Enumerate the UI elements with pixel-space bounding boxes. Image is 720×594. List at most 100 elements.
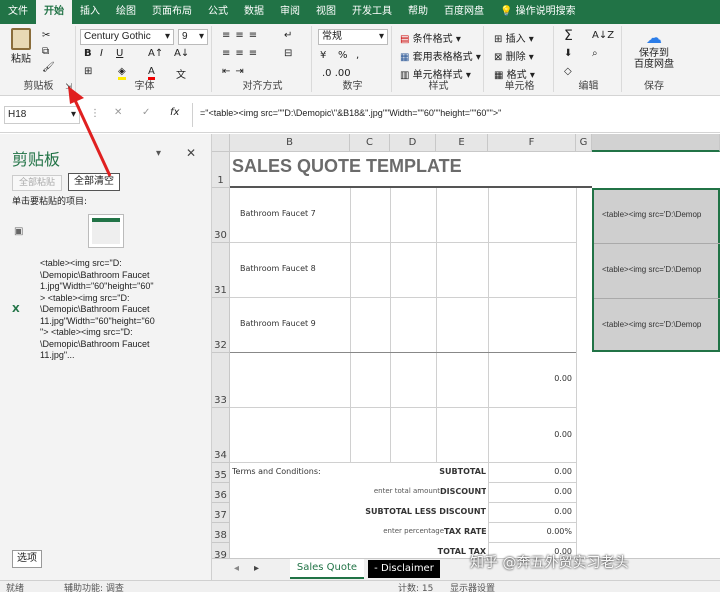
format-as-table-button[interactable]: ▦ 套用表格格式 ▾ [400, 48, 481, 63]
tab-developer[interactable]: 开发工具 [344, 0, 400, 24]
indent-buttons[interactable]: ⇤⇥ [222, 66, 249, 77]
tell-me-search[interactable]: 💡 操作说明搜索 [492, 0, 584, 24]
grow-font-button[interactable]: A↑ [148, 48, 163, 59]
format-painter-button[interactable]: 🖌 [42, 62, 55, 73]
pane-options-button[interactable]: ▾ [156, 148, 161, 159]
tab-formulas[interactable]: 公式 [200, 0, 236, 24]
fill-button[interactable]: ⬇ [564, 48, 572, 59]
formula-result-cell[interactable]: <table><img src='D:\Demop [602, 265, 701, 274]
clear-button[interactable]: ◇ [564, 66, 572, 77]
grid-line [350, 188, 351, 462]
tab-insert[interactable]: 插入 [72, 0, 108, 24]
horizontal-align-buttons[interactable]: ≡≡≡ [222, 48, 262, 59]
subtotal-less-discount-value[interactable]: 0.00 [512, 507, 572, 516]
column-header-g[interactable]: G [576, 134, 592, 152]
row-header[interactable]: 36 [212, 483, 230, 503]
borders-button[interactable]: ⊞ [84, 66, 92, 77]
row-header[interactable]: 31 [212, 243, 230, 298]
column-header-f[interactable]: F [488, 134, 576, 152]
tab-data[interactable]: 数据 [236, 0, 272, 24]
comma-button[interactable]: , [356, 50, 359, 61]
tab-help[interactable]: 帮助 [400, 0, 436, 24]
column-header-c[interactable]: C [350, 134, 390, 152]
row-header[interactable]: 33 [212, 353, 230, 408]
row-header[interactable]: 30 [212, 188, 230, 243]
font-size-select[interactable]: 9 ▾ [178, 29, 208, 45]
clipboard-item-text[interactable]: <table><img src="D: \Demopic\Bathroom Fa… [40, 258, 155, 362]
paste-all-button[interactable]: 全部粘贴 [12, 175, 62, 191]
item-description[interactable]: Bathroom Faucet 9 [240, 319, 316, 328]
subtotal-value[interactable]: 0.00 [512, 467, 572, 476]
conditional-formatting-button[interactable]: ▤ 条件格式 ▾ [400, 30, 461, 45]
tab-file[interactable]: 文件 [0, 0, 36, 24]
scroll-right-button[interactable]: ▸ [254, 563, 259, 574]
currency-button[interactable]: ¥ [320, 50, 326, 61]
row-header[interactable]: 38 [212, 523, 230, 543]
line-amount[interactable]: 0.00 [512, 430, 572, 439]
column-header-h[interactable] [592, 134, 720, 152]
merge-button[interactable]: ⊟ [284, 48, 292, 59]
tab-page-layout[interactable]: 页面布局 [144, 0, 200, 24]
shrink-font-button[interactable]: A↓ [174, 48, 189, 59]
select-all-corner[interactable] [212, 134, 230, 152]
alignment-group: ≡≡≡ ≡≡≡ ⇤⇥ ↵ ⊟ 对齐方式 [214, 26, 312, 92]
underline-button[interactable]: U [116, 48, 123, 59]
autosum-button[interactable]: Σ [564, 28, 573, 44]
italic-button[interactable]: I [100, 48, 103, 59]
clipboard-item-image[interactable] [88, 214, 124, 248]
insert-cells-button[interactable]: ⊞ 插入 ▾ [494, 30, 534, 45]
scroll-left-button[interactable]: ◂ [234, 563, 239, 574]
font-color-button[interactable]: A [148, 66, 155, 80]
paste-hint: 单击要粘贴的项目: [12, 197, 88, 207]
tab-review[interactable]: 审阅 [272, 0, 308, 24]
item-description[interactable]: Bathroom Faucet 7 [240, 209, 316, 218]
find-select-button[interactable]: ⌕ [592, 48, 598, 59]
item-description[interactable]: Bathroom Faucet 8 [240, 264, 316, 273]
number-format-select[interactable]: 常规 ▾ [318, 29, 388, 45]
tab-home[interactable]: 开始 [36, 0, 72, 24]
options-button[interactable]: 选项 [12, 550, 42, 568]
column-header-e[interactable]: E [436, 134, 488, 152]
copy-button[interactable]: ⧉ [42, 46, 49, 57]
row-header[interactable]: 32 [212, 298, 230, 353]
font-name-select[interactable]: Century Gothic ▾ [80, 29, 174, 45]
line-amount[interactable]: 0.00 [512, 374, 572, 383]
tax-rate-value[interactable]: 0.00% [512, 527, 572, 536]
tab-draw[interactable]: 绘图 [108, 0, 144, 24]
fill-color-button[interactable]: ◈ [118, 66, 126, 80]
formula-input[interactable]: ="<table><img src=""D:\Demopic\"&B18&".j… [200, 108, 501, 118]
row-header[interactable]: 35 [212, 463, 230, 483]
discount-value[interactable]: 0.00 [512, 487, 572, 496]
delete-cells-button[interactable]: ⊠ 删除 ▾ [494, 48, 534, 63]
insert-function-button[interactable]: fx [170, 107, 179, 118]
column-header-b[interactable]: B [230, 134, 350, 152]
vertical-align-buttons[interactable]: ≡≡≡ [222, 30, 262, 41]
sheet-tab-sales-quote[interactable]: Sales Quote [290, 559, 364, 579]
pane-close-button[interactable]: ✕ [186, 146, 196, 160]
row-header[interactable]: 1 [212, 152, 230, 188]
arrow-line [72, 97, 112, 177]
tab-baidu[interactable]: 百度网盘 [436, 0, 492, 24]
row-header[interactable]: 37 [212, 503, 230, 523]
percent-button[interactable]: % [338, 50, 348, 61]
wrap-text-button[interactable]: ↵ [284, 30, 292, 41]
row-header[interactable]: 34 [212, 408, 230, 463]
save-to-baidu-button[interactable]: ☁ 保存到 百度网盘 [630, 28, 678, 70]
cut-button[interactable]: ✂ [42, 30, 50, 41]
tab-view[interactable]: 视图 [308, 0, 344, 24]
conditional-format-icon: ▤ [400, 34, 410, 45]
sort-filter-button[interactable]: A↓Z [592, 30, 614, 41]
bold-button[interactable]: B [84, 48, 92, 59]
formula-result-cell[interactable]: <table><img src='D:\Demop [602, 320, 701, 329]
status-accessibility[interactable]: 辅助功能: 调查 [64, 581, 124, 594]
font-shrink-icon: A↓ [174, 48, 190, 59]
confirm-entry-button[interactable]: ✓ [142, 107, 150, 118]
sheet-tab-disclaimer[interactable]: - Disclaimer [368, 560, 440, 578]
status-display-settings[interactable]: 显示器设置 [450, 581, 495, 594]
chevron-down-icon: ▾ [378, 31, 384, 42]
worksheet-grid[interactable]: B C D E F G 1 30 31 32 33 34 35 36 37 38… [212, 134, 720, 580]
formula-result-cell[interactable]: <table><img src='D:\Demop [602, 210, 701, 219]
paste-button[interactable]: 粘贴 [8, 28, 34, 65]
column-header-d[interactable]: D [390, 134, 436, 152]
selected-range-h[interactable]: <table><img src='D:\Demop <table><img sr… [592, 188, 720, 352]
